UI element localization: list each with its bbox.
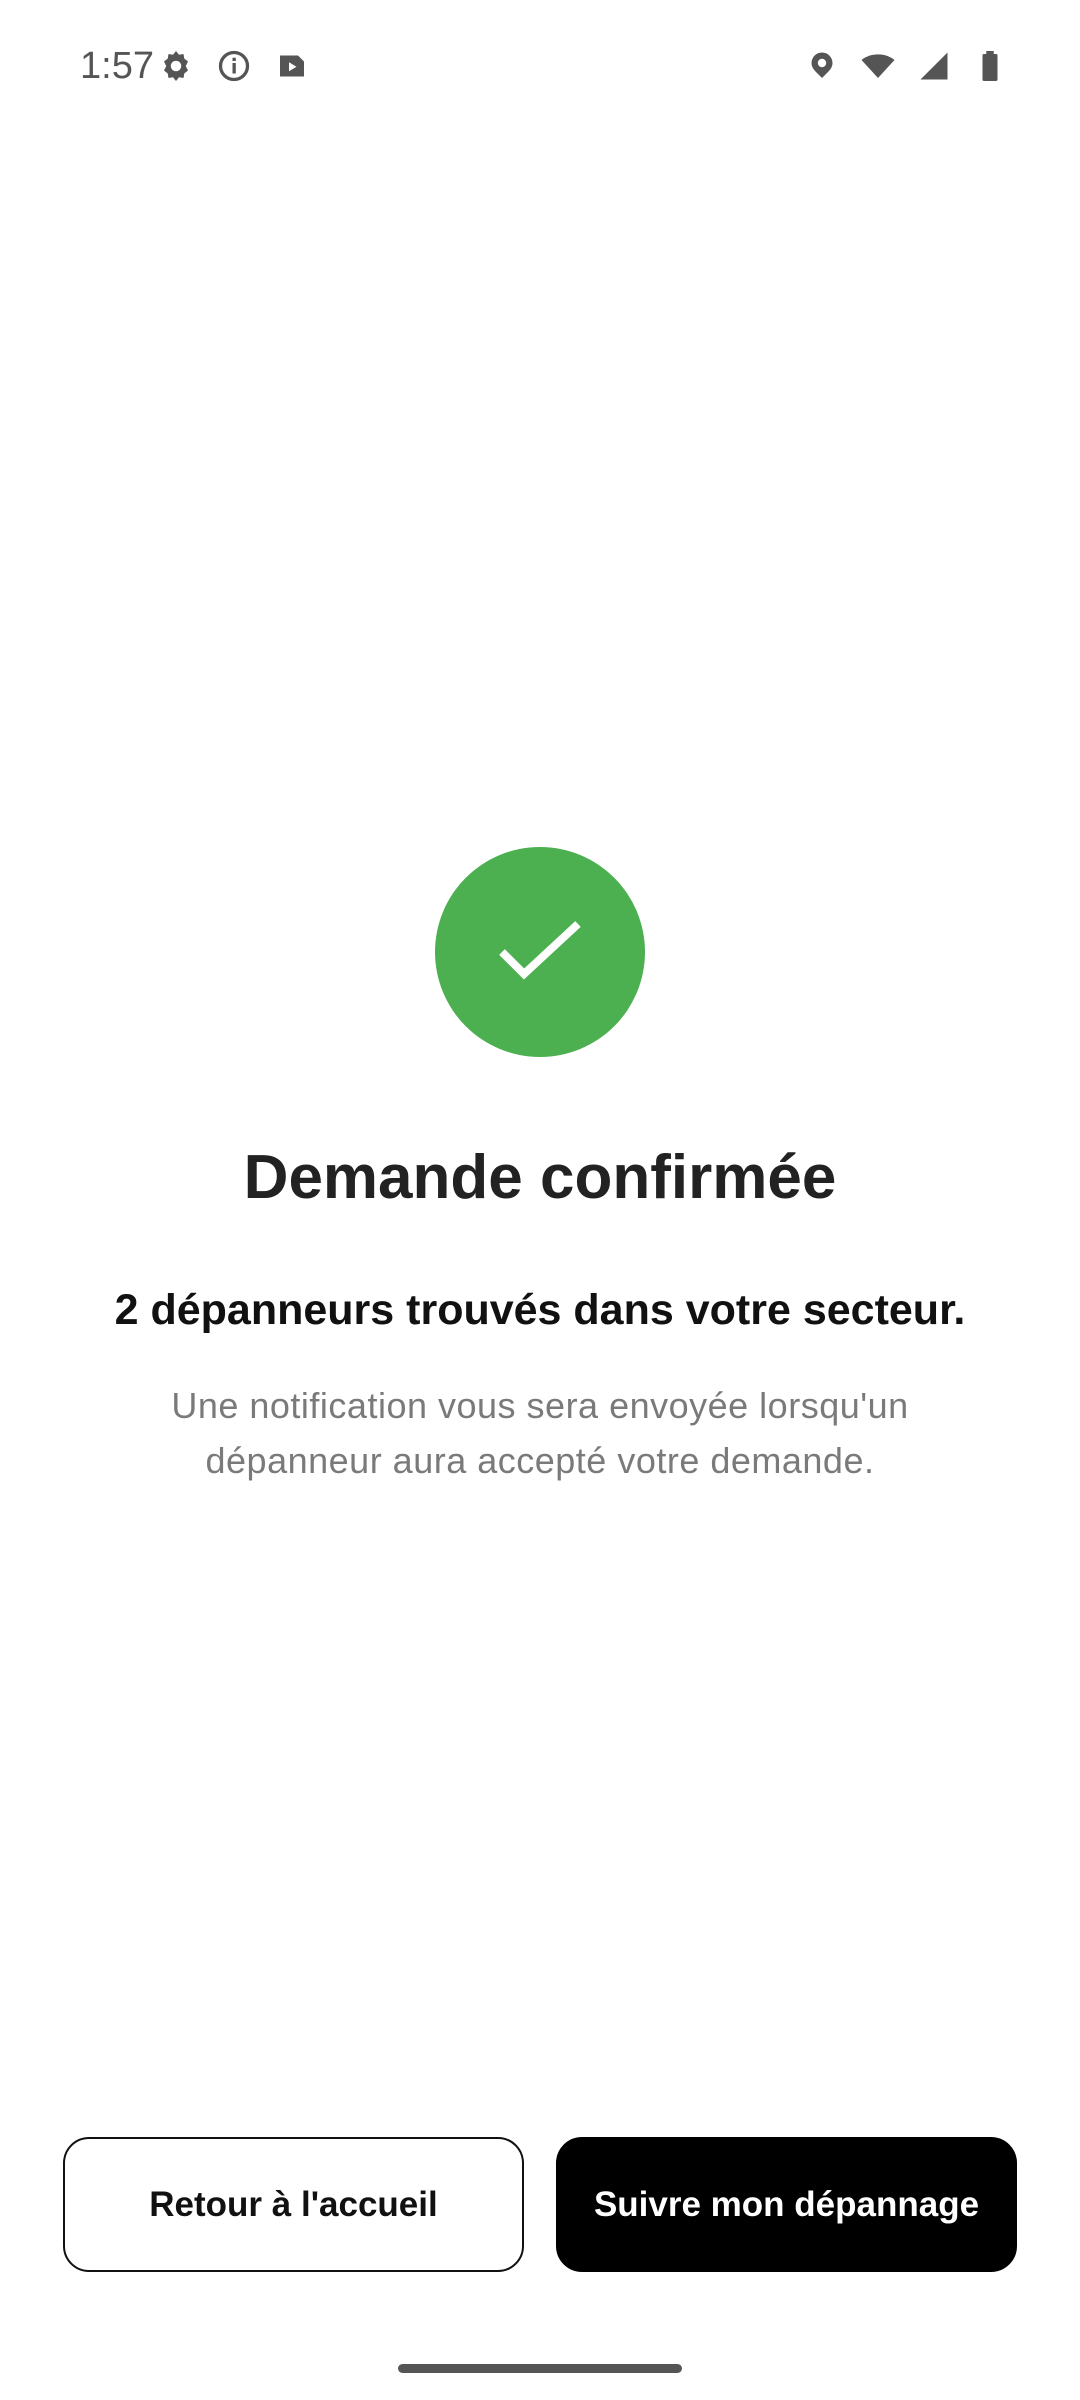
page-title: Demande confirmée (243, 1143, 837, 1212)
status-bar: 1:57 (0, 0, 1080, 120)
checkmark-icon (499, 921, 581, 980)
signal-icon (920, 52, 948, 80)
notification-message: Une notification vous sera envoyée lorsq… (171, 1385, 909, 1481)
info-icon (218, 50, 250, 82)
confirmation-screen: 1:57 Demande confirmée 2 dépanneurs trou… (0, 0, 1080, 2400)
status-right-icons (804, 48, 1008, 84)
wifi-icon (861, 54, 895, 78)
track-service-button-label: Suivre mon dépannage (593, 2184, 980, 2224)
status-left-icons (158, 48, 310, 84)
home-indicator[interactable] (398, 2364, 682, 2373)
settings-icon (164, 51, 188, 81)
back-home-button-label: Retour à l'accueil (149, 2184, 438, 2224)
status-time: 1:57 (80, 45, 154, 82)
track-service-button[interactable]: Suivre mon dépannage (556, 2137, 1017, 2272)
success-badge (435, 847, 645, 1057)
back-home-button[interactable]: Retour à l'accueil (63, 2137, 524, 2272)
battery-icon (982, 51, 998, 81)
media-icon (280, 55, 304, 77)
location-icon (811, 52, 833, 78)
result-summary: 2 dépanneurs trouvés dans votre secteur. (114, 1286, 966, 1334)
